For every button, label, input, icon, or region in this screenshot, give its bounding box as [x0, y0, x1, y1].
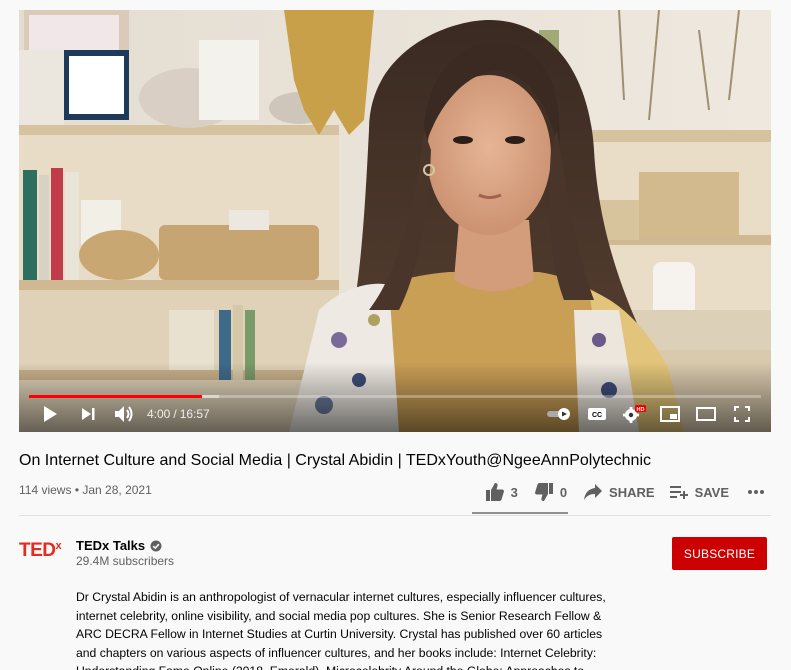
video-description: Dr Crystal Abidin is an anthropologist o…: [76, 588, 636, 670]
captions-label: CC: [592, 412, 602, 419]
video-actions: 3 0 SHARE SAVE: [485, 479, 771, 505]
share-icon: [584, 484, 603, 500]
fullscreen-icon: [734, 406, 750, 422]
miniplayer-icon: [660, 406, 680, 422]
volume-icon: [115, 406, 133, 422]
miniplayer-button[interactable]: [659, 403, 681, 425]
publish-date: Jan 28, 2021: [82, 483, 152, 497]
more-actions-button[interactable]: [747, 489, 771, 495]
progress-played: [29, 395, 202, 398]
thumbs-down-icon: [534, 483, 553, 501]
duration: 16:57: [179, 407, 210, 421]
sentiment-bar: [472, 512, 568, 514]
description-line: Dr Crystal Abidin is an anthropologist o…: [76, 590, 606, 604]
channel-avatar[interactable]: TED x: [19, 539, 63, 563]
like-button[interactable]: 3: [485, 482, 518, 502]
channel-name[interactable]: TEDx Talks: [76, 538, 145, 553]
more-horizontal-icon: [748, 490, 764, 494]
progress-bar[interactable]: [29, 395, 761, 398]
subscriber-count: 29.4M subscribers: [76, 554, 175, 568]
meta-dot: •: [74, 483, 80, 497]
autoplay-toggle[interactable]: [545, 403, 575, 425]
theater-mode-button[interactable]: [695, 403, 717, 425]
mute-button[interactable]: [111, 403, 137, 425]
theater-icon: [696, 407, 716, 421]
dislike-count: 0: [559, 484, 568, 500]
save-label: SAVE: [694, 484, 729, 500]
description-line: Understanding Fame Online (2018, Emerald…: [76, 662, 636, 670]
time-display: 4:00/16:57: [147, 407, 210, 421]
settings-icon: HD: [623, 405, 646, 423]
dislike-button[interactable]: 0: [534, 482, 567, 502]
autoplay-toggle-icon: [547, 408, 570, 420]
divider: [19, 515, 771, 516]
video-meta: 114 views • Jan 28, 2021: [19, 483, 152, 497]
next-button[interactable]: [77, 403, 99, 425]
video-title: On Internet Culture and Social Media | C…: [19, 452, 652, 469]
subscribe-button[interactable]: SUBSCRIBE: [672, 537, 767, 570]
channel-logo-text: TED: [19, 540, 56, 561]
hd-badge: HD: [637, 407, 645, 413]
share-label: SHARE: [609, 484, 655, 500]
video-player[interactable]: 4:00/16:57 CC HD: [19, 10, 771, 432]
play-icon: [44, 406, 57, 422]
time-separator: /: [173, 407, 177, 421]
captions-button[interactable]: CC: [586, 403, 608, 425]
captions-icon: CC: [588, 408, 606, 420]
like-count: 3: [510, 484, 518, 500]
view-count: 114 views: [19, 483, 72, 497]
thumbs-up-icon: [485, 483, 504, 501]
verified-check-icon: [150, 540, 162, 551]
settings-button[interactable]: HD: [621, 403, 647, 425]
playlist-add-icon: [669, 486, 688, 499]
next-icon: [82, 408, 95, 420]
description-line: ARC DECRA Fellow in Internet Studies at …: [76, 627, 603, 642]
fullscreen-button[interactable]: [731, 403, 753, 425]
share-button[interactable]: SHARE: [583, 483, 655, 501]
channel-logo-sup: x: [55, 540, 62, 552]
save-button[interactable]: SAVE: [669, 484, 729, 500]
play-button[interactable]: [39, 403, 61, 425]
youtube-watch-page: 4:00/16:57 CC HD On Internet Culture and…: [0, 0, 791, 670]
description-line: internet celebrity, online visibility, a…: [76, 608, 602, 623]
channel-name-row: TEDx Talks: [76, 538, 162, 553]
description-line: and chapters on various aspects of influ…: [76, 645, 597, 660]
current-time: 4:00: [147, 407, 171, 421]
